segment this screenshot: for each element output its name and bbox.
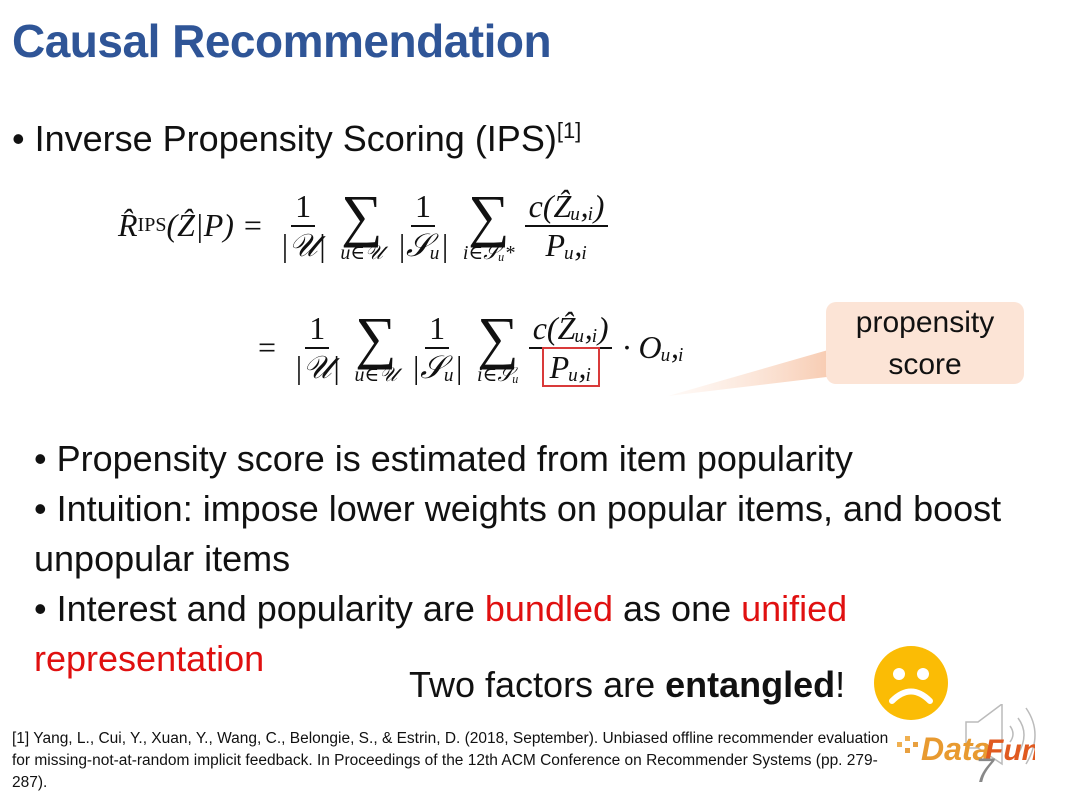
propensity-box: Pᵤ,ᵢ [541,346,600,387]
formula-equals: = [243,207,262,244]
frac-cost: c(Ẑᵤ,ᵢ) Pᵤ,ᵢ [528,310,613,387]
main-bullet: • Inverse Propensity Scoring (IPS)[1] [12,118,582,159]
datafun-logo: Data Fun. [895,722,1048,777]
entangled-statement: Two factors are entangled! [409,664,845,706]
sad-face-icon [874,646,948,720]
frac-cost: c(Ẑᵤ,ᵢ) Pᵤ,ᵢ [524,188,609,264]
sum-items-star: ∑ i∈𝒮ᵤ* [462,183,515,265]
slide-title: Causal Recommendation [12,15,552,67]
bullet-item: • Propensity score is estimated from ite… [34,434,1034,484]
datafun-logo-mark: Data Fun. [897,731,1048,767]
statement-bold: entangled [665,664,836,705]
bullet-text: • Propensity score is estimated from ite… [34,438,853,479]
frac-den: Pᵤ,ᵢ [545,226,588,263]
sum-sub: i∈𝒮ᵤ [477,364,519,387]
frac-users: 1 |𝒰| [276,188,330,264]
sum-users: ∑ u∈𝒰 [354,305,398,387]
statement-text: Two factors are [409,664,666,705]
frac-items: 1 |𝒮ᵤ| [407,310,467,386]
statement-suffix: ! [835,664,846,705]
highlight-text: bundled [484,588,614,629]
ips-formula-line-2: = 1 |𝒰| ∑ u∈𝒰 1 |𝒮ᵤ| ∑ i∈𝒮ᵤ c(Ẑᵤ,ᵢ) Pᵤ,ᵢ · Oᵤ… [258,305,684,387]
ips-formula-line-1: R̂ IPS (Ẑ|P) = 1 |𝒰| ∑ u∈𝒰 1 |𝒮ᵤ| ∑ i∈𝒮ᵤ* c(Ẑᵤ… [118,183,612,265]
frac-num: 1 [425,310,450,349]
sum-sub: u∈𝒰 [340,242,384,265]
bullet-text: • Intuition: impose lower weights on pop… [34,488,1002,579]
bullet-text: • Interest and popularity are [34,588,485,629]
sigma: ∑ [477,305,519,371]
frac-users: 1 |𝒰| [290,310,344,386]
sum-users: ∑ u∈𝒰 [340,183,384,265]
frac-num: c(Ẑᵤ,ᵢ) [528,310,613,349]
bullet-item: • Intuition: impose lower weights on pop… [34,484,1034,584]
main-bullet-text: Inverse Propensity Scoring (IPS) [34,118,557,159]
formula-R-hat: R̂ [118,207,138,244]
citation-marker: [1] [556,118,582,143]
propensity-score-callout: propensity score [826,302,1024,384]
sigma: ∑ [355,305,397,371]
formula-args: (Ẑ|P) [166,207,234,244]
sum-sub: i∈𝒮ᵤ* [462,242,515,265]
bullet-text: as one [613,588,742,629]
frac-num: c(Ẑᵤ,ᵢ) [524,188,609,227]
frac-num: 1 [291,188,316,227]
frac-den: |𝒮ᵤ| [397,226,449,263]
reference-footnote: [1] Yang, L., Cui, Y., Xuan, Y., Wang, C… [12,730,889,791]
frac-num: 1 [305,310,330,349]
frac-den: |𝒰| [279,226,327,263]
formula-equals: = [258,329,277,366]
sigma: ∑ [341,183,383,249]
page-number: 7 [975,752,994,790]
callout-line: propensity [855,306,995,339]
frac-den: |𝒰| [294,348,341,385]
formula-ips-sub: IPS [137,214,167,237]
sum-sub: u∈𝒰 [354,364,398,387]
callout-line: score [888,348,962,381]
frac-num: 1 [411,188,436,227]
frac-den: |𝒮ᵤ| [411,348,464,385]
sum-items: ∑ i∈𝒮ᵤ [477,305,519,387]
frac-items: 1 |𝒮ᵤ| [393,188,453,264]
sigma: ∑ [468,183,510,249]
